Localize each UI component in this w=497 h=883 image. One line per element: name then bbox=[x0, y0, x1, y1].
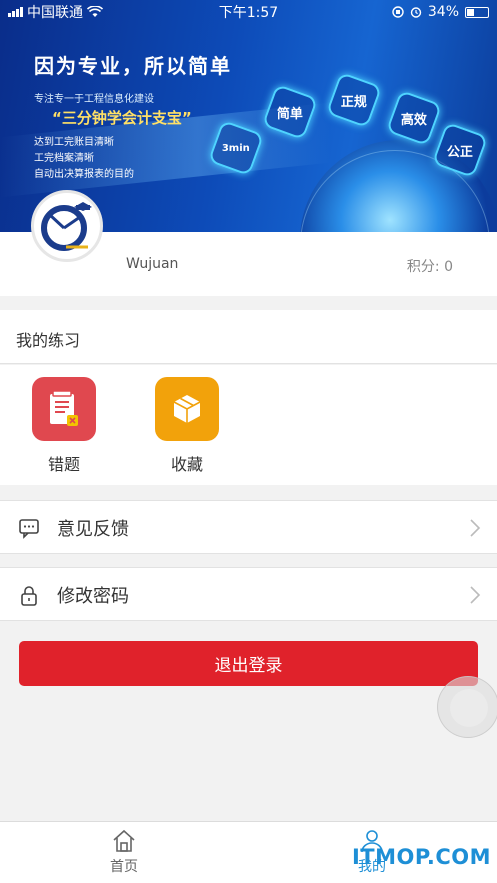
carrier-name: 中国联通 bbox=[27, 5, 83, 21]
chevron-right-icon bbox=[470, 519, 481, 537]
chevron-right-icon bbox=[470, 586, 481, 604]
orientation-lock-icon bbox=[392, 6, 404, 18]
banner-headline: 因为专业，所以简单 bbox=[34, 54, 232, 78]
favorites-label: 收藏 bbox=[170, 455, 203, 474]
status-bar: 中国联通 下午1:57 34% bbox=[0, 0, 497, 24]
logout-button[interactable]: 退出登录 bbox=[19, 641, 478, 686]
change-password-label: 修改密码 bbox=[57, 586, 129, 607]
screen: 因为专业，所以简单 专注专一于工程信息化建设 “三分钟学会计支宝” 达到工完账目… bbox=[0, 0, 497, 883]
username: Wujuan bbox=[126, 256, 179, 272]
lock-icon bbox=[21, 586, 37, 606]
banner-line: 达到工完账目清晰 bbox=[34, 137, 114, 148]
battery-icon bbox=[465, 6, 489, 18]
alarm-icon bbox=[410, 7, 422, 18]
app-logo-icon bbox=[41, 202, 92, 251]
change-password-row[interactable]: 修改密码 bbox=[0, 567, 497, 621]
wrong-questions-icon bbox=[32, 377, 96, 441]
practice-section-header: 我的练习 bbox=[0, 310, 497, 364]
tab-home[interactable]: 首页 bbox=[94, 828, 154, 876]
hex-tag: 高效 bbox=[385, 89, 443, 147]
favorites-box-icon bbox=[155, 377, 219, 441]
hex-tag: 正规 bbox=[325, 71, 383, 129]
feedback-label: 意见反馈 bbox=[57, 519, 129, 540]
points-label: 积分: 0 bbox=[406, 259, 453, 275]
wrong-questions-button[interactable]: 错题 bbox=[32, 377, 96, 475]
feedback-row[interactable]: 意见反馈 bbox=[0, 500, 497, 554]
banner-subtitle: 专注专一于工程信息化建设 bbox=[34, 94, 154, 105]
signal-icon bbox=[8, 7, 23, 17]
practice-tiles: 错题 收藏 bbox=[0, 365, 497, 485]
wrong-questions-label: 错题 bbox=[47, 455, 80, 474]
avatar[interactable] bbox=[31, 190, 103, 262]
battery-percent: 34% bbox=[427, 4, 459, 20]
chat-bubble-icon bbox=[19, 519, 39, 539]
banner-line: 自动出决算报表的目的 bbox=[34, 169, 134, 180]
section-title: 我的练习 bbox=[16, 331, 81, 350]
banner-line: 工完档案清晰 bbox=[34, 153, 94, 164]
assistive-touch-button[interactable] bbox=[437, 676, 497, 738]
banner-slogan: “三分钟学会计支宝” bbox=[52, 109, 192, 127]
favorites-button[interactable]: 收藏 bbox=[155, 377, 219, 475]
watermark: ITMOP.COM bbox=[351, 845, 491, 869]
wifi-icon bbox=[87, 6, 103, 17]
tab-home-label: 首页 bbox=[110, 859, 138, 875]
home-icon bbox=[113, 829, 135, 852]
